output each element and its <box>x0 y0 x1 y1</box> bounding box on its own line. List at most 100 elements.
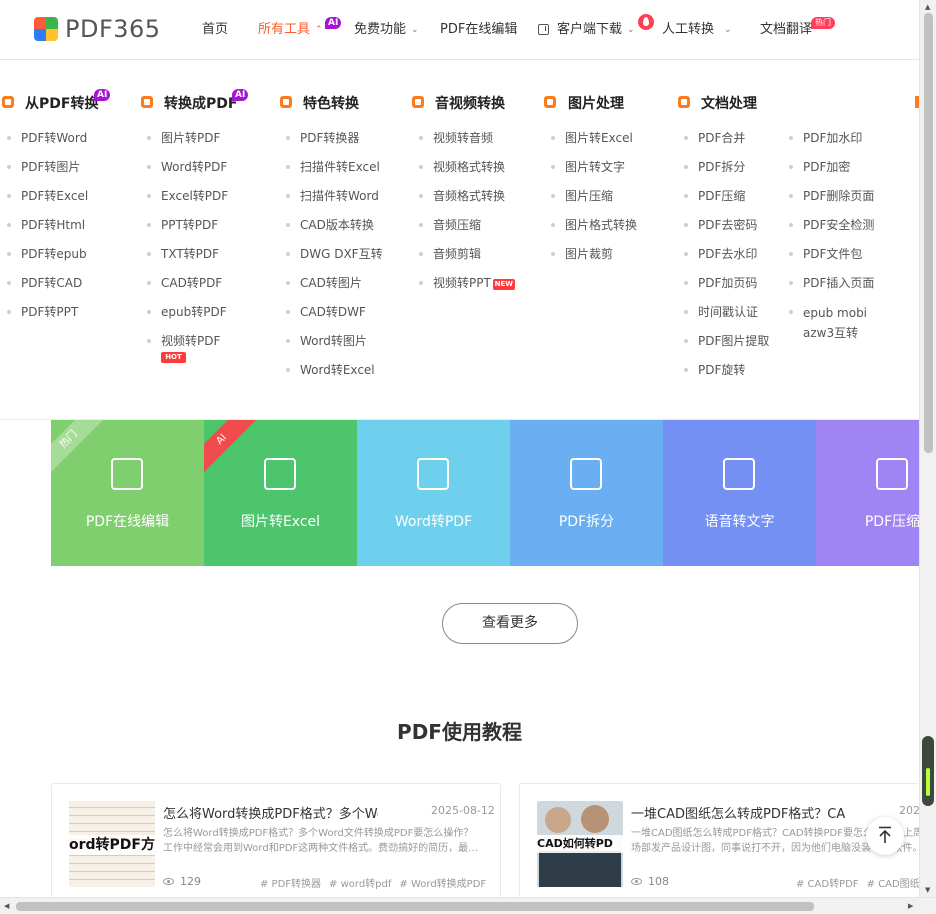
article-title[interactable]: 怎么将Word转换成PDF格式？多个Wo… <box>163 803 378 822</box>
menu-item[interactable]: 视频转PDF HOT <box>147 332 228 372</box>
edit-icon <box>111 458 143 490</box>
nav-online-edit[interactable]: PDF在线编辑 <box>440 22 517 38</box>
menu-item[interactable]: 图片压缩 <box>551 187 637 216</box>
scroll-down-arrow-icon[interactable]: ▼ <box>925 885 930 895</box>
menu-item[interactable]: PDF转CAD <box>7 274 88 303</box>
menu-item[interactable]: PDF转Html <box>7 216 88 245</box>
menu-item[interactable]: 图片格式转换 <box>551 216 637 245</box>
article-tag[interactable]: # CAD转PDF <box>796 879 859 890</box>
nav-download-label: 客户端下载 <box>557 22 623 37</box>
tool-card-pdf-compress[interactable]: PDF压缩 <box>816 420 919 566</box>
nav-client-download[interactable]: 客户端下载 ⌄ <box>557 22 635 38</box>
menu-item[interactable]: PDF加水印 <box>789 129 874 158</box>
tool-card-speech-to-text[interactable]: 语音转文字 <box>663 420 816 566</box>
menu-item[interactable]: PDF转Excel <box>7 187 88 216</box>
speech-text-icon <box>723 458 755 490</box>
menu-item[interactable]: PDF转PPT <box>7 303 88 332</box>
menu-item[interactable]: PDF图片提取 <box>684 332 769 361</box>
side-widget[interactable] <box>922 736 934 806</box>
scroll-right-arrow-icon[interactable]: ▶ <box>908 901 913 911</box>
thumbnail-caption: CAD如何转PD <box>537 835 623 853</box>
nav-all-tools[interactable]: 所有工具 ⌃ <box>258 22 323 38</box>
featured-tools: 热门 PDF在线编辑 AI 图片转Excel Word转PDF PDF拆分 语音… <box>51 420 919 566</box>
menu-item-label: DWG DXF互转 <box>300 247 383 261</box>
menu-item[interactable]: 视频转PPT NEW <box>419 274 515 303</box>
vertical-scroll-thumb[interactable] <box>924 13 933 453</box>
logo-icon <box>34 17 58 41</box>
menu-item[interactable]: PDF旋转 <box>684 361 769 390</box>
menu-item[interactable]: PPT转PDF <box>147 216 228 245</box>
thumbnail-caption: ord转PDF方 <box>69 835 155 855</box>
menu-item[interactable]: PDF转epub <box>7 245 88 274</box>
menu-item[interactable]: Word转Excel <box>286 361 383 390</box>
menu-item-label: PDF转Html <box>21 218 86 232</box>
menu-item[interactable]: 音频剪辑 <box>419 245 515 274</box>
menu-item[interactable]: TXT转PDF <box>147 245 228 274</box>
menu-item[interactable]: CAD转图片 <box>286 274 383 303</box>
menu-item[interactable]: 音频格式转换 <box>419 187 515 216</box>
menu-item[interactable]: 视频转音频 <box>419 129 515 158</box>
article-card[interactable]: CAD如何转PD 一堆CAD图纸怎么转成PDF格式？CAD… 2025 一堆CA… <box>519 783 919 903</box>
menu-item[interactable]: PDF去水印 <box>684 245 769 274</box>
menu-item[interactable]: Word转PDF <box>147 158 228 187</box>
tool-card-image-to-excel[interactable]: AI 图片转Excel <box>204 420 357 566</box>
menu-column-special: PDF转换器 扫描件转Excel 扫描件转Word CAD版本转换 DWG DX… <box>286 129 383 390</box>
article-card[interactable]: ord转PDF方 怎么将Word转换成PDF格式？多个Wo… 2025-08-1… <box>51 783 501 903</box>
menu-item[interactable]: 音频压缩 <box>419 216 515 245</box>
menu-item[interactable]: PDF删除页面 <box>789 187 874 216</box>
menu-item[interactable]: 图片转文字 <box>551 158 637 187</box>
menu-item[interactable]: PDF加页码 <box>684 274 769 303</box>
tool-card-pdf-split[interactable]: PDF拆分 <box>510 420 663 566</box>
menu-item[interactable]: Word转图片 <box>286 332 383 361</box>
menu-item[interactable]: PDF安全检测 <box>789 216 874 245</box>
menu-item[interactable]: PDF文件包 <box>789 245 874 274</box>
menu-item[interactable]: PDF拆分 <box>684 158 769 187</box>
menu-item[interactable]: epub转PDF <box>147 303 228 332</box>
menu-item[interactable]: 图片转Excel <box>551 129 637 158</box>
tool-card-word-to-pdf[interactable]: Word转PDF <box>357 420 510 566</box>
menu-item-label: PDF去水印 <box>698 247 758 261</box>
menu-item[interactable]: 扫描件转Word <box>286 187 383 216</box>
menu-item[interactable]: 扫描件转Excel <box>286 158 383 187</box>
article-date: 2025 <box>899 804 919 817</box>
menu-item[interactable]: PDF合并 <box>684 129 769 158</box>
nav-free-features[interactable]: 免费功能 ⌄ <box>354 22 419 38</box>
menu-item[interactable]: CAD转DWF <box>286 303 383 332</box>
nav-doc-translate[interactable]: 文档翻译 <box>760 22 812 38</box>
menu-item[interactable]: 时间戳认证 <box>684 303 769 332</box>
article-tag[interactable]: # PDF转换器 <box>260 879 321 890</box>
menu-item[interactable]: PDF加密 <box>789 158 874 187</box>
menu-item[interactable]: 图片转PDF <box>147 129 228 158</box>
menu-item[interactable]: PDF转Word <box>7 129 88 158</box>
menu-item-label: PDF转图片 <box>21 160 81 174</box>
menu-item[interactable]: epub mobi azw3互转 <box>789 303 872 343</box>
scroll-left-arrow-icon[interactable]: ◀ <box>4 901 9 911</box>
menu-item[interactable]: PDF转图片 <box>7 158 88 187</box>
menu-item[interactable]: PDF转换器 <box>286 129 383 158</box>
logo[interactable]: PDF365 <box>34 17 161 41</box>
chevron-down-icon: ⌄ <box>724 25 732 35</box>
horizontal-scrollbar[interactable]: ◀ ▶ <box>0 897 936 914</box>
tool-label: 语音转文字 <box>704 514 775 530</box>
menu-item[interactable]: CAD转PDF <box>147 274 228 303</box>
nav-manual-convert[interactable]: 人工转换 ⌄ <box>662 22 732 38</box>
article-tag[interactable]: # word转pdf <box>329 879 391 890</box>
menu-item[interactable]: 图片裁剪 <box>551 245 637 274</box>
article-title[interactable]: 一堆CAD图纸怎么转成PDF格式？CAD… <box>631 803 846 822</box>
menu-item[interactable]: PDF压缩 <box>684 187 769 216</box>
menu-item[interactable]: 视频格式转换 <box>419 158 515 187</box>
menu-item[interactable]: PDF去密码 <box>684 216 769 245</box>
menu-item[interactable]: Excel转PDF <box>147 187 228 216</box>
article-tag[interactable]: # CAD图纸转 <box>867 879 919 890</box>
article-tag[interactable]: # Word转换成PDF <box>399 879 486 890</box>
view-more-button[interactable]: 查看更多 <box>442 603 578 644</box>
menu-item[interactable]: PDF插入页面 <box>789 274 874 303</box>
scroll-up-arrow-icon[interactable]: ▲ <box>925 2 930 12</box>
nav-home[interactable]: 首页 <box>202 22 228 38</box>
menu-item-label: PDF转换器 <box>300 131 360 145</box>
back-to-top-button[interactable] <box>866 817 904 855</box>
menu-item[interactable]: DWG DXF互转 <box>286 245 383 274</box>
menu-item[interactable]: CAD版本转换 <box>286 216 383 245</box>
tool-card-pdf-edit[interactable]: 热门 PDF在线编辑 <box>51 420 204 566</box>
horizontal-scroll-thumb[interactable] <box>16 902 814 911</box>
